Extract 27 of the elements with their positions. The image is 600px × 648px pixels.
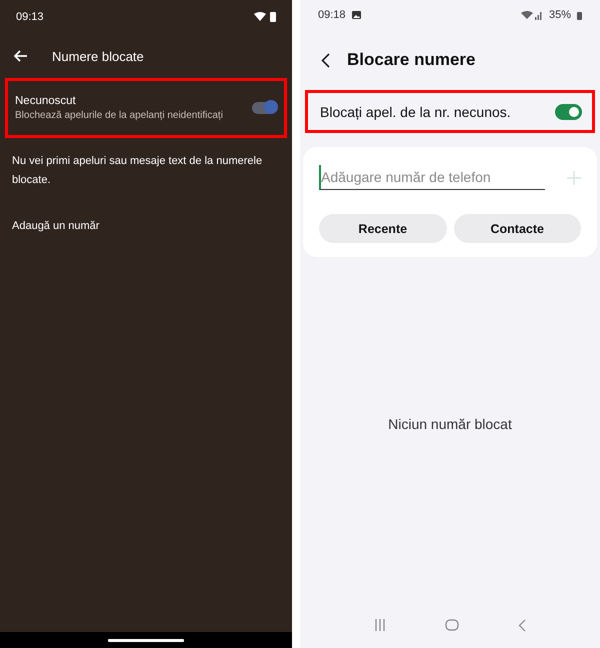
setting-description: Blochează apelurile de la apelanți neidentificați bbox=[15, 110, 224, 121]
pill-button[interactable]: Contacte bbox=[454, 214, 581, 243]
screen-title: Blocare numere bbox=[347, 50, 476, 70]
status-time: 09:13 bbox=[16, 11, 44, 23]
wifi-signal-icon bbox=[520, 10, 543, 20]
setting-row[interactable]: Necunoscut Blochează apelurile de la apelanți neidentificați bbox=[5, 78, 287, 138]
back-arrow-icon[interactable] bbox=[14, 50, 28, 62]
toggle-switch[interactable] bbox=[555, 104, 582, 120]
setting-title: Necunoscut bbox=[15, 95, 77, 107]
recent-apps-icon[interactable] bbox=[374, 619, 386, 631]
back-chevron-icon[interactable] bbox=[321, 52, 330, 68]
home-handle[interactable] bbox=[108, 638, 184, 642]
empty-message: Niciun număr blocat bbox=[388, 416, 512, 432]
pill-button[interactable]: Recente bbox=[319, 214, 446, 243]
phone-number-field[interactable]: Adăugare număr de telefon bbox=[319, 165, 545, 190]
setting-label: Blocați apel. de la nr. necunos. bbox=[320, 104, 511, 120]
home-icon[interactable] bbox=[444, 619, 459, 631]
add-number-link[interactable]: Adaugă un număr bbox=[12, 220, 280, 232]
screen-title: Numere blocate bbox=[52, 48, 144, 64]
battery-icon bbox=[577, 10, 582, 20]
setting-row[interactable]: Blocați apel. de la nr. necunos. bbox=[305, 90, 595, 133]
battery-percent: 35% bbox=[548, 9, 571, 21]
toggle-switch[interactable] bbox=[252, 102, 276, 114]
status-time: 09:18 bbox=[318, 9, 346, 21]
wifi-battery-icon bbox=[254, 11, 278, 23]
info-text: Nu vei primi apeluri sau mesaje text de la numerele blocate. bbox=[12, 154, 264, 188]
image-icon bbox=[352, 11, 361, 19]
